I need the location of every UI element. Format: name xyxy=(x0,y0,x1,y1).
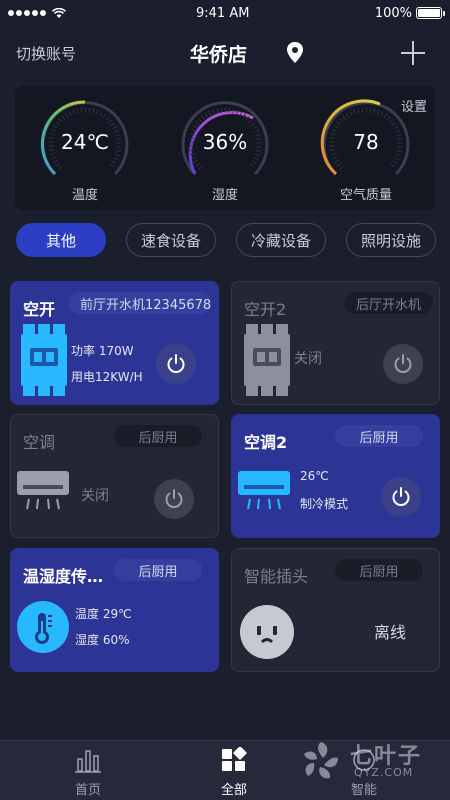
device-offline-status: 离线 xyxy=(374,623,407,642)
air-conditioner-icon xyxy=(17,471,69,510)
thermometer-icon xyxy=(17,601,69,653)
tab-fast-food-equipment[interactable]: 速食设备 xyxy=(126,223,216,257)
device-title: 智能插头 xyxy=(244,567,309,586)
tab-refrigeration-equipment[interactable]: 冷藏设备 xyxy=(236,223,326,257)
sensor-humidity: 湿度 60% xyxy=(75,633,130,647)
smart-plug-icon xyxy=(240,605,294,659)
humidity-label: 湿度 xyxy=(211,188,238,203)
device-title: 空调2 xyxy=(244,433,288,452)
device-card-smart-plug[interactable]: 智能插头 后厨用 离线 xyxy=(231,548,440,672)
device-location-tag: 后厨用 xyxy=(114,425,202,447)
nav-home[interactable]: 首页 xyxy=(58,747,118,798)
chart-icon xyxy=(75,750,101,773)
category-tabs: 其他 速食设备 冷藏设备 照明设施 xyxy=(0,223,450,259)
power-button[interactable] xyxy=(156,344,196,384)
device-card-breaker-2[interactable]: 空开2 后厅开水机 关闭 xyxy=(231,281,440,405)
breaker-icon xyxy=(244,324,290,396)
device-mode: 制冷模式 xyxy=(300,497,349,511)
battery-percentage: 100% xyxy=(374,5,412,21)
battery-icon xyxy=(416,7,445,19)
device-power: 功率 170W xyxy=(71,344,134,358)
device-status: 关闭 xyxy=(294,351,322,367)
temperature-label: 温度 xyxy=(71,188,98,203)
device-card-ac-2[interactable]: 空调2 后厨用 26℃ 制冷模式 xyxy=(231,414,440,538)
add-icon[interactable] xyxy=(400,40,426,66)
device-card-temperature-humidity-sensor[interactable]: 温湿度传… 后厨用 温度 29℃ 湿度 60% xyxy=(10,548,219,672)
status-time: 9:41 AM xyxy=(196,5,250,21)
power-button[interactable] xyxy=(383,344,423,384)
power-icon xyxy=(165,489,183,508)
power-button[interactable] xyxy=(381,477,421,517)
environment-panel: 设置 24℃ 温度 36% 湿度 78 空气质量 xyxy=(15,86,435,210)
power-icon xyxy=(167,354,185,373)
humidity-value: 36% xyxy=(202,130,248,154)
air-quality-label: 空气质量 xyxy=(339,188,392,203)
temperature-gauge: 24℃ 温度 xyxy=(37,96,133,203)
wifi-icon xyxy=(52,7,66,18)
device-title: 温湿度传… xyxy=(23,567,104,586)
watermark: 七叶子 QYZ.COM xyxy=(292,736,442,786)
device-location-tag: 后厨用 xyxy=(335,559,423,581)
device-location-tag: 前厅开水机12345678 xyxy=(68,292,212,314)
watermark-subtext: QYZ.COM xyxy=(354,766,414,779)
device-energy: 用电12KW/H xyxy=(71,370,143,384)
power-icon xyxy=(392,487,410,506)
nav-home-label: 首页 xyxy=(74,783,101,798)
watermark-logo-icon xyxy=(304,742,338,779)
signal-strength-icon xyxy=(8,10,46,16)
air-conditioner-icon xyxy=(238,471,290,510)
temperature-value: 24℃ xyxy=(61,130,109,154)
status-bar: 9:41 AM 100% xyxy=(0,0,450,26)
device-card-breaker-1[interactable]: 空开 前厅开水机12345678 功率 170W 用电12KW/H xyxy=(10,281,219,405)
device-card-ac-1[interactable]: 空调 后厨用 关闭 xyxy=(10,414,219,538)
tab-other[interactable]: 其他 xyxy=(16,223,106,257)
signal-area xyxy=(8,7,66,19)
device-status: 关闭 xyxy=(81,488,109,504)
power-button[interactable] xyxy=(154,479,194,519)
device-temperature: 26℃ xyxy=(300,469,329,483)
device-title: 空开 xyxy=(23,300,56,319)
header: 切换账号 华侨店 xyxy=(0,26,450,80)
device-title: 空调 xyxy=(23,433,56,452)
sensor-temperature: 温度 29℃ xyxy=(75,607,132,621)
power-icon xyxy=(394,354,412,373)
tab-lighting-facilities[interactable]: 照明设施 xyxy=(346,223,436,257)
device-location-tag: 后厨用 xyxy=(114,559,202,581)
device-title: 空开2 xyxy=(244,300,287,319)
humidity-gauge: 36% 湿度 xyxy=(177,96,273,203)
grid-icon xyxy=(222,746,247,771)
store-name: 华侨店 xyxy=(190,43,248,66)
location-pin-icon[interactable] xyxy=(285,41,305,65)
nav-all[interactable]: 全部 xyxy=(204,746,264,798)
breaker-icon xyxy=(21,324,67,396)
nav-all-label: 全部 xyxy=(220,783,247,798)
device-location-tag: 后厨用 xyxy=(335,425,423,447)
switch-account-button[interactable]: 切换账号 xyxy=(16,43,76,64)
device-location-tag: 后厅开水机 xyxy=(343,292,433,314)
air-quality-gauge: 78 空气质量 xyxy=(318,96,414,203)
air-quality-value: 78 xyxy=(353,130,379,154)
